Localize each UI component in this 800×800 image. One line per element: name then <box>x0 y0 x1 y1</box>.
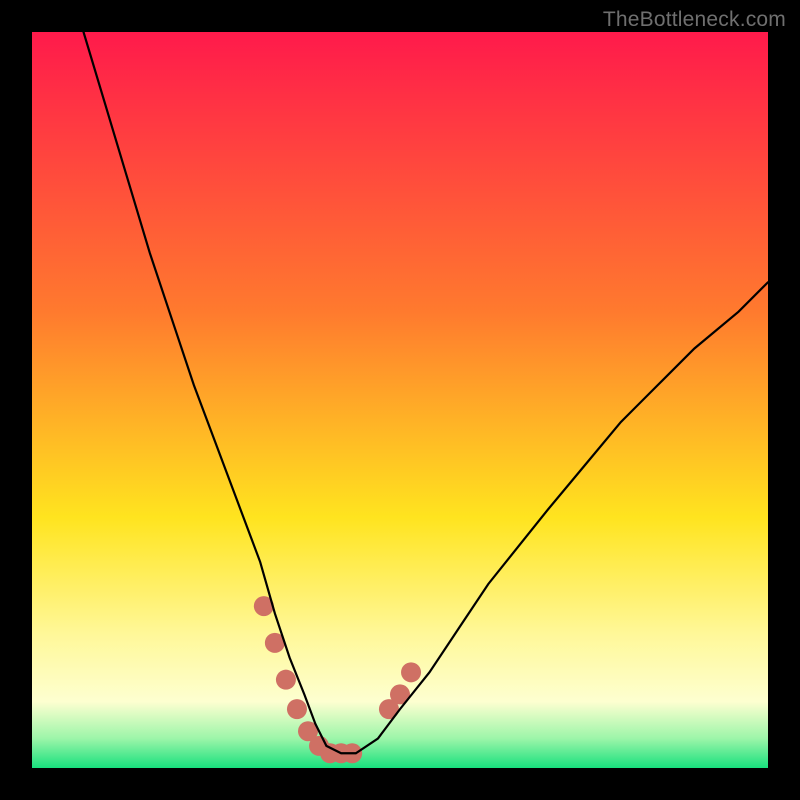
marker-dot <box>276 670 296 690</box>
marker-dot <box>287 699 307 719</box>
chart-svg <box>32 32 768 768</box>
outer-frame: TheBottleneck.com <box>0 0 800 800</box>
gradient-background <box>32 32 768 768</box>
marker-dot <box>401 662 421 682</box>
watermark-text: TheBottleneck.com <box>603 8 786 32</box>
plot-area <box>32 32 768 768</box>
